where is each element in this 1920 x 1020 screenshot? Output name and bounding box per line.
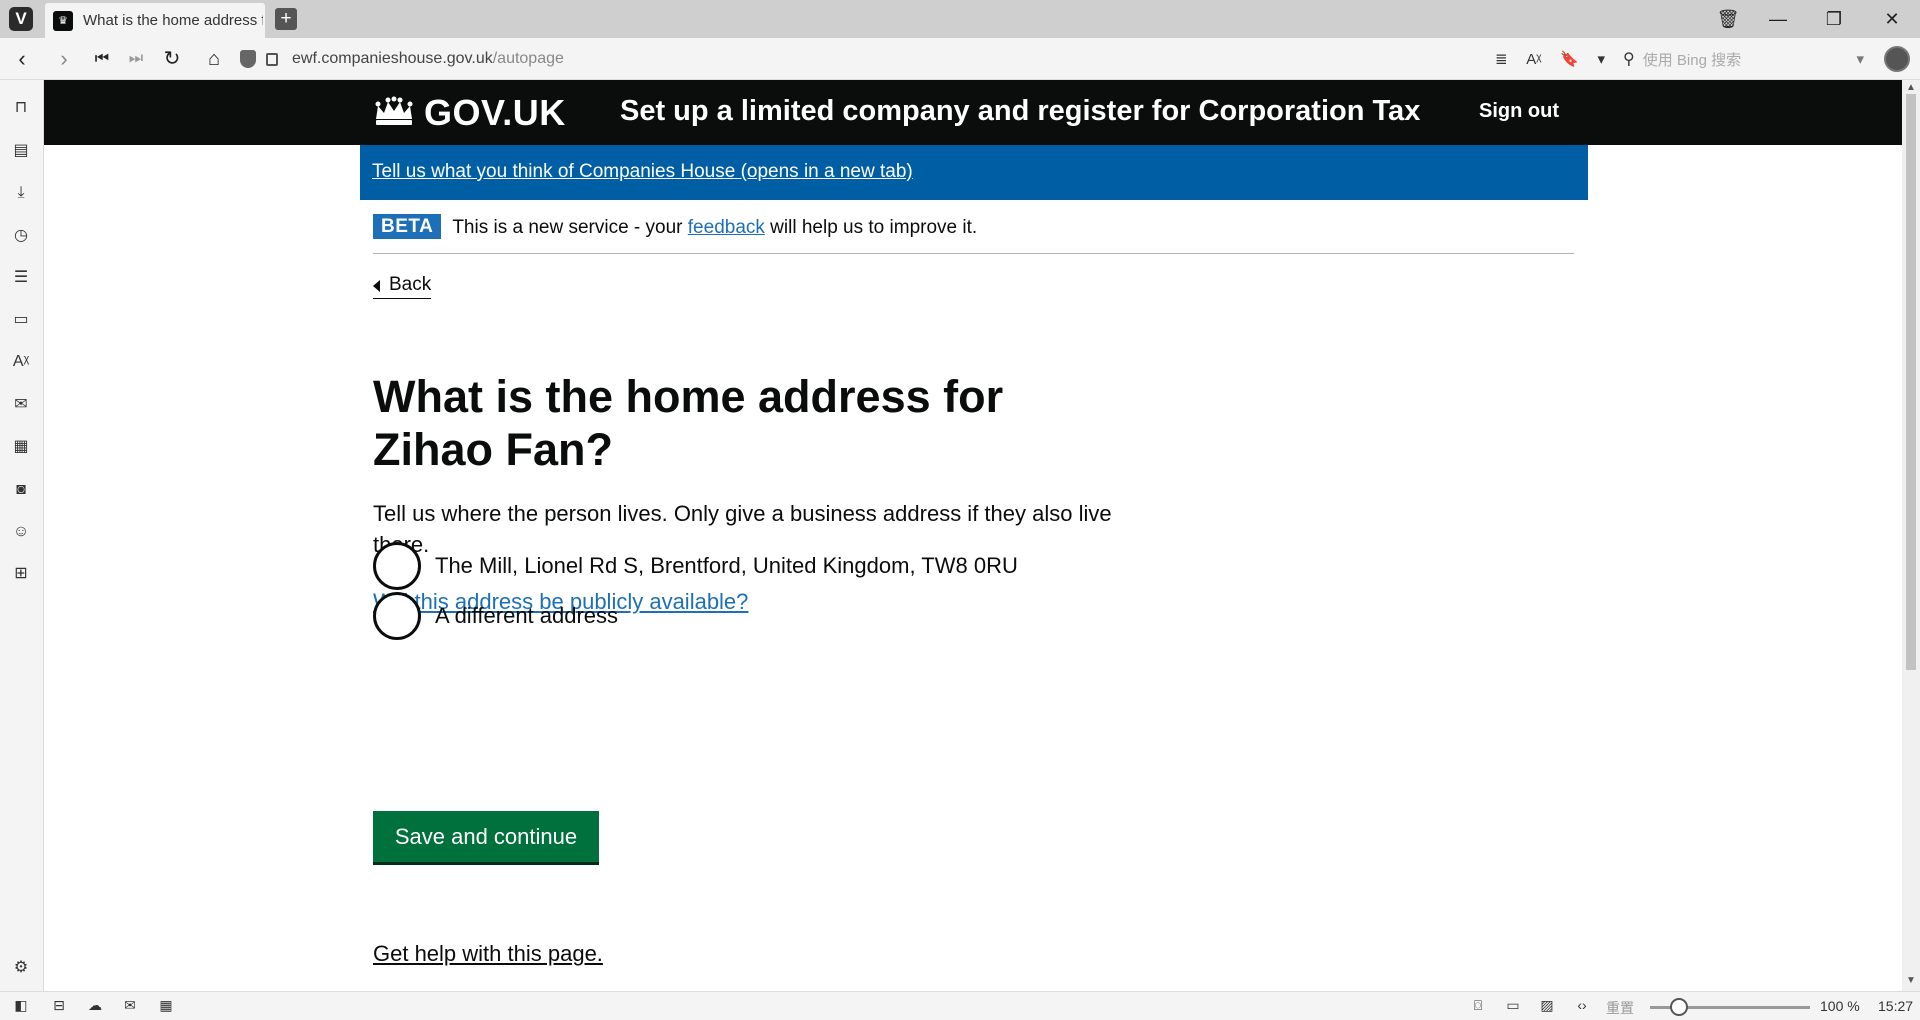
reading-list-icon[interactable]: ▤ bbox=[10, 140, 32, 162]
page-actions-icon[interactable]: ‹› bbox=[1572, 997, 1592, 1015]
web-page: GOV.UK Set up a limited company and regi… bbox=[44, 80, 1902, 991]
feed-icon[interactable]: ◙ bbox=[10, 479, 32, 501]
zoom-level: 100 % bbox=[1820, 998, 1860, 1014]
reload-icon[interactable]: ↻ bbox=[158, 45, 186, 73]
search-placeholder: 使用 Bing 搜索 bbox=[1642, 51, 1742, 69]
search-icon: ⚲ bbox=[1623, 51, 1635, 68]
get-help-link[interactable]: Get help with this page. bbox=[373, 941, 603, 967]
radio-option-existing-address[interactable]: The Mill, Lionel Rd S, Brentford, United… bbox=[373, 542, 1018, 590]
service-name[interactable]: Set up a limited company and register fo… bbox=[620, 95, 1420, 128]
lock-icon[interactable] bbox=[266, 52, 278, 66]
downloads-icon[interactable]: ⤓ bbox=[10, 182, 32, 204]
radio-label[interactable]: The Mill, Lionel Rd S, Brentford, United… bbox=[435, 553, 1018, 579]
bookmarks-panel-icon[interactable]: ⊓ bbox=[10, 97, 32, 119]
tab-bar: V ♛ What is the home address f + 🗑 — ❐ ✕ bbox=[0, 0, 1920, 38]
url-field[interactable]: ewf.companieshouse.gov.uk/autopage bbox=[240, 43, 1590, 75]
side-panel: ⊓ ▤ ⤓ ◷ ☰ ▭ Aᵡ ✉ ▦ ◙ ☺ ⊞ ⚙ bbox=[0, 80, 44, 991]
scroll-thumb[interactable] bbox=[1906, 94, 1916, 670]
scroll-down-arrow-icon[interactable]: ▼ bbox=[1906, 975, 1916, 986]
vivaldi-menu-icon[interactable]: V bbox=[9, 7, 33, 31]
fast-forward-icon[interactable]: ⏭ bbox=[122, 45, 150, 73]
logo-text: GOV.UK bbox=[424, 92, 566, 133]
radio-button[interactable] bbox=[373, 542, 421, 590]
bookmark-icon[interactable]: 🔖 bbox=[1560, 50, 1579, 68]
search-field[interactable]: ⚲ 使用 Bing 搜索 ▾ bbox=[1615, 45, 1870, 73]
sign-out-link[interactable]: Sign out bbox=[1479, 100, 1559, 123]
window-panel-icon[interactable]: ▭ bbox=[10, 309, 32, 331]
sync-cloud-icon[interactable]: ☁ bbox=[85, 997, 105, 1015]
status-bar: ◧ ⊟ ☁ ✉ ▦ ⌼ ▭ ▨ ‹› 重置 100 % 15:27 bbox=[0, 991, 1920, 1020]
address-bar-actions: ≣ Aᵡ 🔖 ▾ bbox=[1495, 43, 1605, 75]
back-link[interactable]: Back bbox=[373, 274, 432, 299]
tab-title: What is the home address f bbox=[83, 12, 263, 29]
panel-toggle-icon[interactable]: ◧ bbox=[11, 997, 31, 1015]
add-web-panel-icon[interactable]: ⊞ bbox=[10, 563, 32, 585]
search-engine-dropdown-icon[interactable]: ▾ bbox=[1856, 50, 1864, 68]
govuk-header: GOV.UK Set up a limited company and regi… bbox=[44, 80, 1902, 145]
clock: 15:27 bbox=[1878, 998, 1914, 1014]
radio-option-different-address[interactable]: A different address bbox=[373, 592, 618, 640]
reader-view-icon[interactable]: ≣ bbox=[1495, 50, 1508, 68]
profile-avatar[interactable] bbox=[1884, 46, 1910, 72]
feedback-survey-link[interactable]: Tell us what you think of Companies Hous… bbox=[372, 161, 913, 183]
address-bar: ‹ › ⏮ ⏭ ↻ ⌂ ewf.companieshouse.gov.uk/au… bbox=[0, 38, 1920, 80]
zoom-slider-knob[interactable] bbox=[1670, 998, 1688, 1016]
zoom-reset-button[interactable]: 重置 bbox=[1606, 998, 1634, 1018]
radio-label[interactable]: A different address bbox=[435, 603, 618, 629]
govuk-favicon-icon: ♛ bbox=[53, 10, 73, 31]
crown-icon bbox=[375, 96, 413, 125]
home-icon[interactable]: ⌂ bbox=[200, 45, 228, 73]
notes-icon[interactable]: ☰ bbox=[10, 267, 32, 289]
capture-camera-icon[interactable]: ⌼ bbox=[1468, 997, 1488, 1015]
trash-icon[interactable]: 🗑 bbox=[1706, 4, 1750, 34]
minimize-button[interactable]: — bbox=[1756, 4, 1800, 34]
shield-icon[interactable] bbox=[240, 50, 256, 68]
chevron-down-icon[interactable]: ▾ bbox=[1597, 50, 1605, 68]
rewind-icon[interactable]: ⏮ bbox=[88, 45, 116, 73]
close-window-button[interactable]: ✕ bbox=[1870, 4, 1914, 34]
mail-icon[interactable]: ✉ bbox=[10, 394, 32, 416]
feedback-banner: Tell us what you think of Companies Hous… bbox=[360, 145, 1588, 200]
phase-banner: BETA This is a new service - your feedba… bbox=[373, 208, 1574, 254]
back-arrow-icon[interactable]: ‹ bbox=[8, 45, 36, 73]
phase-text-before: This is a new service - your bbox=[452, 217, 688, 238]
status-mail-icon[interactable]: ✉ bbox=[120, 997, 140, 1015]
govuk-logo-link[interactable]: GOV.UK bbox=[372, 92, 566, 134]
beta-tag: BETA bbox=[373, 214, 442, 239]
contacts-icon[interactable]: ☺ bbox=[10, 521, 32, 543]
page-title: What is the home address for Zihao Fan? bbox=[373, 371, 1004, 475]
scroll-up-arrow-icon[interactable]: ▲ bbox=[1906, 82, 1916, 93]
url-path: /autopage bbox=[492, 50, 564, 67]
url-domain: ewf.companieshouse.gov.uk bbox=[292, 50, 493, 67]
vertical-scrollbar[interactable]: ▲ ▼ bbox=[1902, 80, 1920, 991]
calendar-icon[interactable]: ▦ bbox=[10, 436, 32, 458]
tiling-icon[interactable]: ▭ bbox=[1503, 997, 1523, 1015]
restore-button[interactable]: ❐ bbox=[1812, 4, 1856, 34]
radio-button[interactable] bbox=[373, 592, 421, 640]
forward-arrow-icon[interactable]: › bbox=[50, 45, 78, 73]
new-tab-button[interactable]: + bbox=[275, 8, 297, 30]
translate-panel-icon[interactable]: Aᵡ bbox=[10, 351, 32, 373]
tab-tiling-icon[interactable]: ⊟ bbox=[49, 997, 69, 1015]
images-icon[interactable]: ▨ bbox=[1537, 997, 1557, 1015]
phase-banner-text: This is a new service - your feedback wi… bbox=[452, 214, 977, 239]
url-text: ewf.companieshouse.gov.uk/autopage bbox=[292, 50, 564, 68]
translate-icon[interactable]: Aᵡ bbox=[1526, 51, 1541, 68]
settings-gear-icon[interactable]: ⚙ bbox=[10, 957, 32, 979]
history-icon[interactable]: ◷ bbox=[10, 225, 32, 247]
feedback-link[interactable]: feedback bbox=[688, 217, 765, 238]
status-calendar-icon[interactable]: ▦ bbox=[156, 997, 176, 1015]
phase-text-after: will help us to improve it. bbox=[764, 217, 978, 238]
active-tab[interactable]: ♛ What is the home address f bbox=[45, 3, 265, 38]
save-and-continue-button[interactable]: Save and continue bbox=[373, 811, 599, 862]
